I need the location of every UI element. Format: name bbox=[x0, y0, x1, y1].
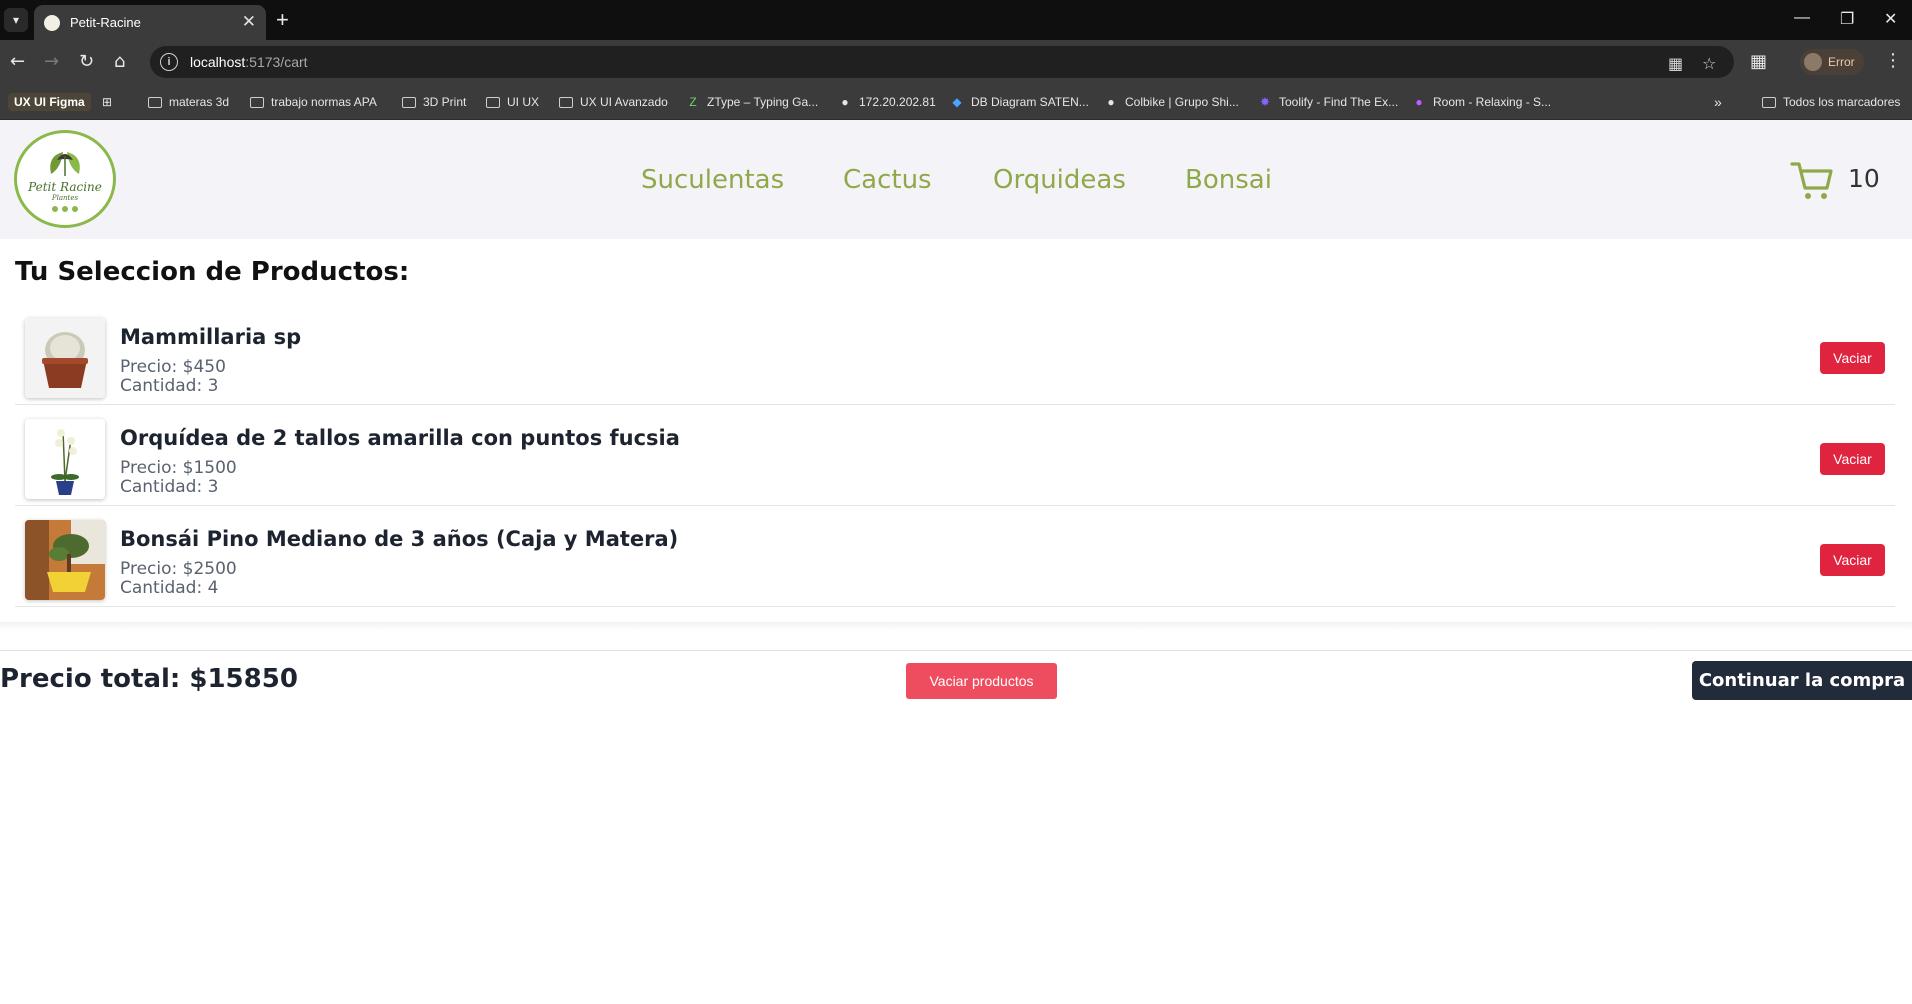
url-text: localhost:5173/cart bbox=[190, 54, 308, 70]
continue-purchase-button[interactable]: Continuar la compra bbox=[1692, 661, 1912, 700]
cart-divider bbox=[0, 622, 1912, 630]
bookmark-item[interactable]: ◆ DB Diagram SATEN... bbox=[950, 93, 1088, 111]
logo-text: Petit Racine bbox=[28, 180, 102, 194]
address-bar[interactable]: i localhost:5173/cart ▦ ☆ bbox=[150, 46, 1734, 78]
cart-icon[interactable] bbox=[1790, 160, 1834, 202]
bookmark-star-icon[interactable]: ☆ bbox=[1702, 55, 1716, 73]
cart-item: Orquídea de 2 tallos amarilla con puntos… bbox=[15, 405, 1895, 506]
more-bookmarks-icon[interactable]: » bbox=[1714, 93, 1722, 111]
bookmark-item[interactable]: ● Room - Relaxing - S... bbox=[1412, 93, 1551, 111]
clear-cart-button[interactable]: Vaciar productos bbox=[906, 663, 1057, 699]
bookmark-item[interactable]: Z ZType – Typing Ga... bbox=[686, 93, 818, 111]
folder-icon bbox=[148, 96, 162, 108]
folder-icon bbox=[559, 96, 573, 108]
product-quantity: Cantidad: 3 bbox=[120, 477, 219, 497]
product-name: Mammillaria sp bbox=[120, 325, 302, 349]
logo-subtitle: Plantes bbox=[51, 194, 79, 202]
browser-tab[interactable]: Petit-Racine ✕ bbox=[34, 5, 266, 40]
folder-icon bbox=[486, 96, 500, 108]
cart-count: 10 bbox=[1848, 164, 1880, 193]
browser-toolbar: ← → ↻ ⌂ i localhost:5173/cart ▦ ☆ ▦ Erro… bbox=[0, 40, 1912, 84]
bookmark-folder[interactable]: 3D Print bbox=[402, 93, 466, 111]
bookmark-folder[interactable]: UX UI Avanzado bbox=[559, 93, 668, 111]
close-window-icon[interactable]: ✕ bbox=[1884, 9, 1897, 29]
browser-tab-bar: ▾ Petit-Racine ✕ + — ❐ ✕ bbox=[0, 0, 1912, 40]
restore-icon[interactable]: ❐ bbox=[1840, 9, 1854, 29]
product-quantity: Cantidad: 4 bbox=[120, 578, 219, 598]
dbdiagram-icon: ◆ bbox=[952, 95, 962, 109]
logo-social-dots bbox=[52, 206, 78, 212]
home-icon[interactable]: ⌂ bbox=[114, 51, 125, 73]
favicon-icon bbox=[44, 14, 60, 31]
nav-link-cactus[interactable]: Cactus bbox=[843, 165, 932, 195]
product-name: Bonsái Pino Mediano de 3 años (Caja y Ma… bbox=[120, 527, 679, 551]
total-price: Precio total: $15850 bbox=[0, 664, 298, 694]
bookmark-item[interactable]: ● 172.20.202.81 bbox=[838, 93, 935, 111]
nav-link-bonsai[interactable]: Bonsai bbox=[1185, 165, 1272, 195]
bookmark-item[interactable]: UX UI Figma bbox=[8, 93, 91, 111]
folder-icon bbox=[250, 96, 264, 108]
profile-button[interactable]: Error bbox=[1800, 49, 1864, 75]
site-info-icon[interactable]: i bbox=[160, 53, 178, 71]
product-name: Orquídea de 2 tallos amarilla con puntos… bbox=[120, 426, 680, 450]
apps-grid-icon[interactable]: ⊞ bbox=[100, 93, 121, 111]
forward-icon[interactable]: → bbox=[44, 51, 59, 73]
room-icon: ● bbox=[1415, 95, 1423, 109]
globe-icon: ● bbox=[841, 95, 849, 109]
back-icon[interactable]: ← bbox=[10, 51, 25, 73]
tab-close-icon[interactable]: ✕ bbox=[242, 14, 256, 31]
product-image-orquidea bbox=[25, 419, 105, 499]
toolify-icon: ✸ bbox=[1259, 95, 1271, 109]
product-price: Precio: $1500 bbox=[120, 458, 237, 478]
ztype-icon: Z bbox=[689, 95, 697, 109]
nav-link-orquideas[interactable]: Orquideas bbox=[993, 165, 1126, 195]
globe-icon: ● bbox=[1107, 95, 1115, 109]
leaf-logo-icon bbox=[50, 152, 80, 176]
folder-icon bbox=[1762, 96, 1776, 108]
remove-item-button[interactable]: Vaciar bbox=[1820, 544, 1885, 576]
product-price: Precio: $2500 bbox=[120, 559, 237, 579]
new-tab-button[interactable]: + bbox=[276, 8, 289, 32]
nav-link-suculentas[interactable]: Suculentas bbox=[641, 165, 784, 195]
product-image-bonsai bbox=[25, 520, 105, 600]
bookmark-item[interactable]: ✸ Toolify - Find The Ex... bbox=[1258, 93, 1398, 111]
tab-title: Petit-Racine bbox=[70, 15, 141, 30]
product-image-mammillaria bbox=[25, 318, 105, 398]
cart-item: Bonsái Pino Mediano de 3 años (Caja y Ma… bbox=[15, 506, 1895, 607]
site-header: Petit Racine Plantes Suculentas Cactus O… bbox=[0, 120, 1912, 239]
product-price: Precio: $450 bbox=[120, 357, 226, 377]
remove-item-button[interactable]: Vaciar bbox=[1820, 443, 1885, 475]
product-quantity: Cantidad: 3 bbox=[120, 376, 219, 396]
avatar bbox=[1804, 53, 1822, 71]
folder-icon bbox=[402, 96, 416, 108]
bookmark-folder[interactable]: trabajo normas APA bbox=[250, 93, 377, 111]
cart-list: Mammillaria sp Precio: $450 Cantidad: 3 … bbox=[15, 304, 1895, 607]
logo[interactable]: Petit Racine Plantes bbox=[14, 130, 116, 228]
reload-icon[interactable]: ↻ bbox=[79, 51, 94, 73]
bookmarks-bar: UX UI Figma ⊞ materas 3d trabajo normas … bbox=[0, 84, 1912, 120]
remove-item-button[interactable]: Vaciar bbox=[1820, 342, 1885, 374]
bookmark-folder[interactable]: materas 3d bbox=[148, 93, 229, 111]
bookmark-item[interactable]: ● Colbike | Grupo Shi... bbox=[1104, 93, 1238, 111]
menu-icon[interactable]: ⋮ bbox=[1884, 51, 1902, 71]
bookmark-folder[interactable]: UI UX bbox=[486, 93, 539, 111]
all-bookmarks-folder[interactable]: Todos los marcadores bbox=[1762, 93, 1900, 111]
page-title: Tu Seleccion de Productos: bbox=[15, 257, 410, 287]
translate-icon[interactable]: ▦ bbox=[1668, 55, 1683, 73]
minimize-icon[interactable]: — bbox=[1794, 9, 1810, 27]
cart-item: Mammillaria sp Precio: $450 Cantidad: 3 … bbox=[15, 304, 1895, 405]
tab-search-icon[interactable]: ▾ bbox=[4, 8, 28, 32]
extensions-icon[interactable]: ▦ bbox=[1750, 51, 1767, 73]
footer-divider bbox=[0, 650, 1912, 651]
